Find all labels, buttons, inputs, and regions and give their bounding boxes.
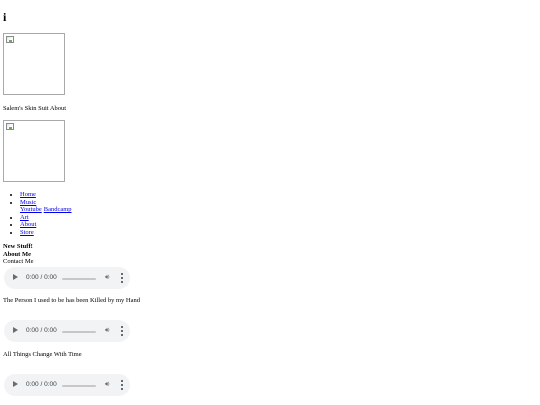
- nav-item-art: Art: [20, 214, 36, 222]
- player-time: 0:00 / 0:00: [26, 381, 57, 388]
- audio-player-2[interactable]: 0:00 / 0:00 🔊︎: [4, 320, 130, 342]
- more-options-icon[interactable]: [120, 326, 124, 336]
- seek-bar[interactable]: [62, 384, 96, 387]
- broken-image-2: [3, 120, 65, 182]
- nav-item-home: Home: [20, 191, 36, 199]
- play-icon[interactable]: [13, 274, 18, 280]
- nav-link-art[interactable]: Art: [20, 214, 29, 221]
- bandcamp-link[interactable]: Bandcamp: [44, 206, 72, 213]
- nav-item-about: About: [20, 221, 36, 229]
- broken-image-1: [3, 33, 65, 95]
- nav-link-music[interactable]: Music: [20, 199, 36, 206]
- player-time: 0:00 / 0:00: [26, 274, 57, 281]
- volume-icon[interactable]: 🔊︎: [105, 380, 109, 390]
- nav-link-about[interactable]: About: [20, 221, 36, 228]
- music-sub-links: Youtube Bandcamp: [20, 206, 74, 214]
- track-title-1: The Person I used to be has been Killed …: [3, 297, 141, 304]
- more-options-icon[interactable]: [120, 273, 124, 283]
- main-nav: Home Music Art About Store: [3, 191, 36, 236]
- audio-player-3[interactable]: 0:00 / 0:00 🔊︎: [4, 374, 130, 396]
- nav-link-home[interactable]: Home: [20, 191, 36, 198]
- youtube-link[interactable]: Youtube: [20, 206, 42, 213]
- volume-icon[interactable]: 🔊︎: [105, 326, 109, 336]
- page-heading: i: [3, 10, 7, 24]
- section-about-me: About Me: [3, 250, 31, 258]
- play-icon[interactable]: [13, 381, 18, 387]
- nav-link-store[interactable]: Store: [20, 229, 34, 236]
- track-title-2: All Things Change With Time: [3, 351, 82, 358]
- more-options-icon[interactable]: [120, 380, 124, 390]
- seek-bar[interactable]: [62, 330, 96, 333]
- site-title: Salem's Skin Suit About: [3, 105, 67, 112]
- play-icon[interactable]: [13, 327, 18, 333]
- player-time: 0:00 / 0:00: [26, 327, 57, 334]
- broken-image-icon: [6, 36, 14, 43]
- seek-bar[interactable]: [62, 277, 96, 280]
- section-contact: Contact Me: [3, 258, 34, 265]
- broken-image-icon: [6, 123, 14, 130]
- section-new-stuff: New Stuff!: [3, 243, 33, 250]
- nav-item-store: Store: [20, 229, 36, 237]
- audio-player-1[interactable]: 0:00 / 0:00 🔊︎: [4, 267, 130, 289]
- volume-icon[interactable]: 🔊︎: [105, 273, 109, 283]
